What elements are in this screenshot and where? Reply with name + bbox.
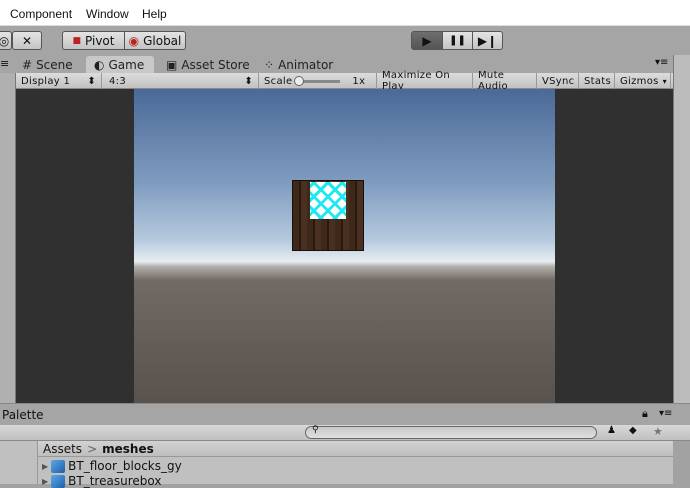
step-icon: ▶❙ — [477, 33, 498, 48]
left-panel-strip — [0, 73, 16, 403]
pivot-icon: ■ — [72, 35, 82, 46]
palette-bar: Palette 🔒︎ ▾≡ — [0, 403, 690, 425]
vsync-label: VSync — [542, 75, 575, 87]
pause-icon: ❚❚ — [449, 35, 466, 46]
display-value: Display 1 — [21, 75, 71, 87]
menu-window[interactable]: Window — [86, 7, 129, 21]
list-item[interactable]: ▶ BT_floor_blocks_gy — [42, 459, 182, 473]
item-label: BT_treasurebox — [68, 474, 162, 488]
tab-bar: ≡ # Scene ◐ Game ▣ Asset Store ⁘ Animator ▾≡ — [0, 55, 690, 73]
asset-list: ▶ BT_floor_blocks_gy ▶ BT_treasurebox — [38, 457, 673, 488]
store-icon: ▣ — [166, 57, 178, 72]
expand-arrow-icon[interactable]: ▶ — [42, 477, 48, 486]
grid-icon: # — [22, 57, 33, 72]
item-label: BT_floor_blocks_gy — [68, 459, 182, 473]
breadcrumb-separator: > — [87, 441, 98, 456]
filter-by-label-icon[interactable]: ◆ — [629, 425, 637, 436]
palette-title: Palette — [2, 408, 44, 422]
pause-button[interactable]: ❚❚ — [442, 31, 473, 50]
search-input[interactable]: ⚲ — [305, 425, 597, 439]
global-label: Global — [143, 33, 182, 48]
tab-game[interactable]: ◐ Game — [86, 56, 154, 73]
expand-arrow-icon[interactable]: ▶ — [42, 462, 48, 471]
favorites-star-icon[interactable]: ★ — [653, 425, 663, 438]
filter-by-type-icon[interactable]: ♟ — [607, 425, 616, 436]
mesh-icon — [51, 459, 66, 473]
breadcrumb: Assets > meshes — [38, 441, 673, 457]
window-lattice — [310, 182, 346, 219]
tab-scene[interactable]: # Scene — [14, 56, 81, 73]
main-toolbar: ◎ ✕ ■ Pivot ◉ Global ▶ ❚❚ ▶❙ — [0, 26, 690, 55]
aspect-dropdown[interactable]: 4:3 ⬍ — [104, 73, 259, 89]
tab-label: Asset Store — [181, 57, 250, 72]
search-icon: ⚲ — [312, 425, 319, 435]
menu-component[interactable]: Component — [10, 7, 72, 21]
globe-icon: ◉ — [128, 33, 140, 48]
breadcrumb-meshes[interactable]: meshes — [102, 442, 154, 456]
tab-label: Scene — [36, 57, 73, 72]
play-icon: ▶ — [422, 33, 432, 48]
scale-slider[interactable]: Scale 1x — [259, 73, 377, 89]
pivot-button[interactable]: ■ Pivot — [62, 31, 125, 50]
pivot-label: Pivot — [85, 33, 115, 48]
folder-tree[interactable] — [0, 441, 38, 484]
menu-lines-icon[interactable]: ≡ — [0, 57, 9, 70]
global-button[interactable]: ◉ Global — [124, 31, 186, 50]
scale-thumb[interactable] — [294, 75, 305, 86]
custom-tool-button[interactable]: ✕ — [12, 31, 42, 50]
menu-bar: Component Window Help — [0, 0, 690, 26]
lock-icon[interactable]: 🔒︎ — [642, 407, 648, 421]
step-button[interactable]: ▶❙ — [472, 31, 503, 50]
scale-label: Scale — [264, 75, 293, 87]
panel-options-icon[interactable]: ▾≡ — [659, 408, 672, 419]
tools-icon: ✕ — [21, 33, 33, 48]
right-panel-strip[interactable] — [673, 55, 690, 403]
game-icon: ◐ — [94, 57, 105, 72]
tab-label: Animator — [278, 57, 334, 72]
tab-label: Game — [108, 57, 145, 72]
mute-audio-toggle[interactable]: Mute Audio — [473, 70, 537, 92]
menu-help[interactable]: Help — [142, 7, 167, 21]
mesh-icon — [51, 474, 66, 488]
aspect-value: 4:3 — [109, 75, 126, 87]
breadcrumb-assets[interactable]: Assets — [43, 442, 82, 456]
game-viewport[interactable] — [134, 89, 555, 403]
maximize-on-play-toggle[interactable]: Maximize On Play — [377, 70, 473, 92]
scale-value: 1x — [352, 75, 366, 87]
display-dropdown[interactable]: Display 1 ⬍ — [16, 73, 102, 89]
list-item[interactable]: ▶ BT_treasurebox — [42, 474, 161, 488]
tab-options-icon[interactable]: ▾≡ — [655, 57, 668, 68]
animator-icon: ⁘ — [264, 57, 275, 72]
tab-animator[interactable]: ⁘ Animator — [256, 56, 341, 73]
stats-label: Stats — [584, 75, 612, 87]
game-toolbar: Display 1 ⬍ 4:3 ⬍ Scale 1x Maximize On Play… — [16, 70, 673, 92]
gizmos-label: Gizmos — [620, 75, 659, 87]
rect-tool-button[interactable]: ◎ — [0, 31, 12, 50]
scale-track[interactable] — [294, 75, 341, 86]
treasure-box — [292, 180, 364, 251]
play-button[interactable]: ▶ — [411, 31, 443, 50]
stats-toggle[interactable]: Stats — [579, 73, 615, 89]
vsync-toggle[interactable]: VSync — [537, 73, 579, 89]
tab-asset-store[interactable]: ▣ Asset Store — [158, 56, 258, 73]
gizmos-dropdown[interactable]: Gizmos ▾ — [615, 73, 671, 89]
